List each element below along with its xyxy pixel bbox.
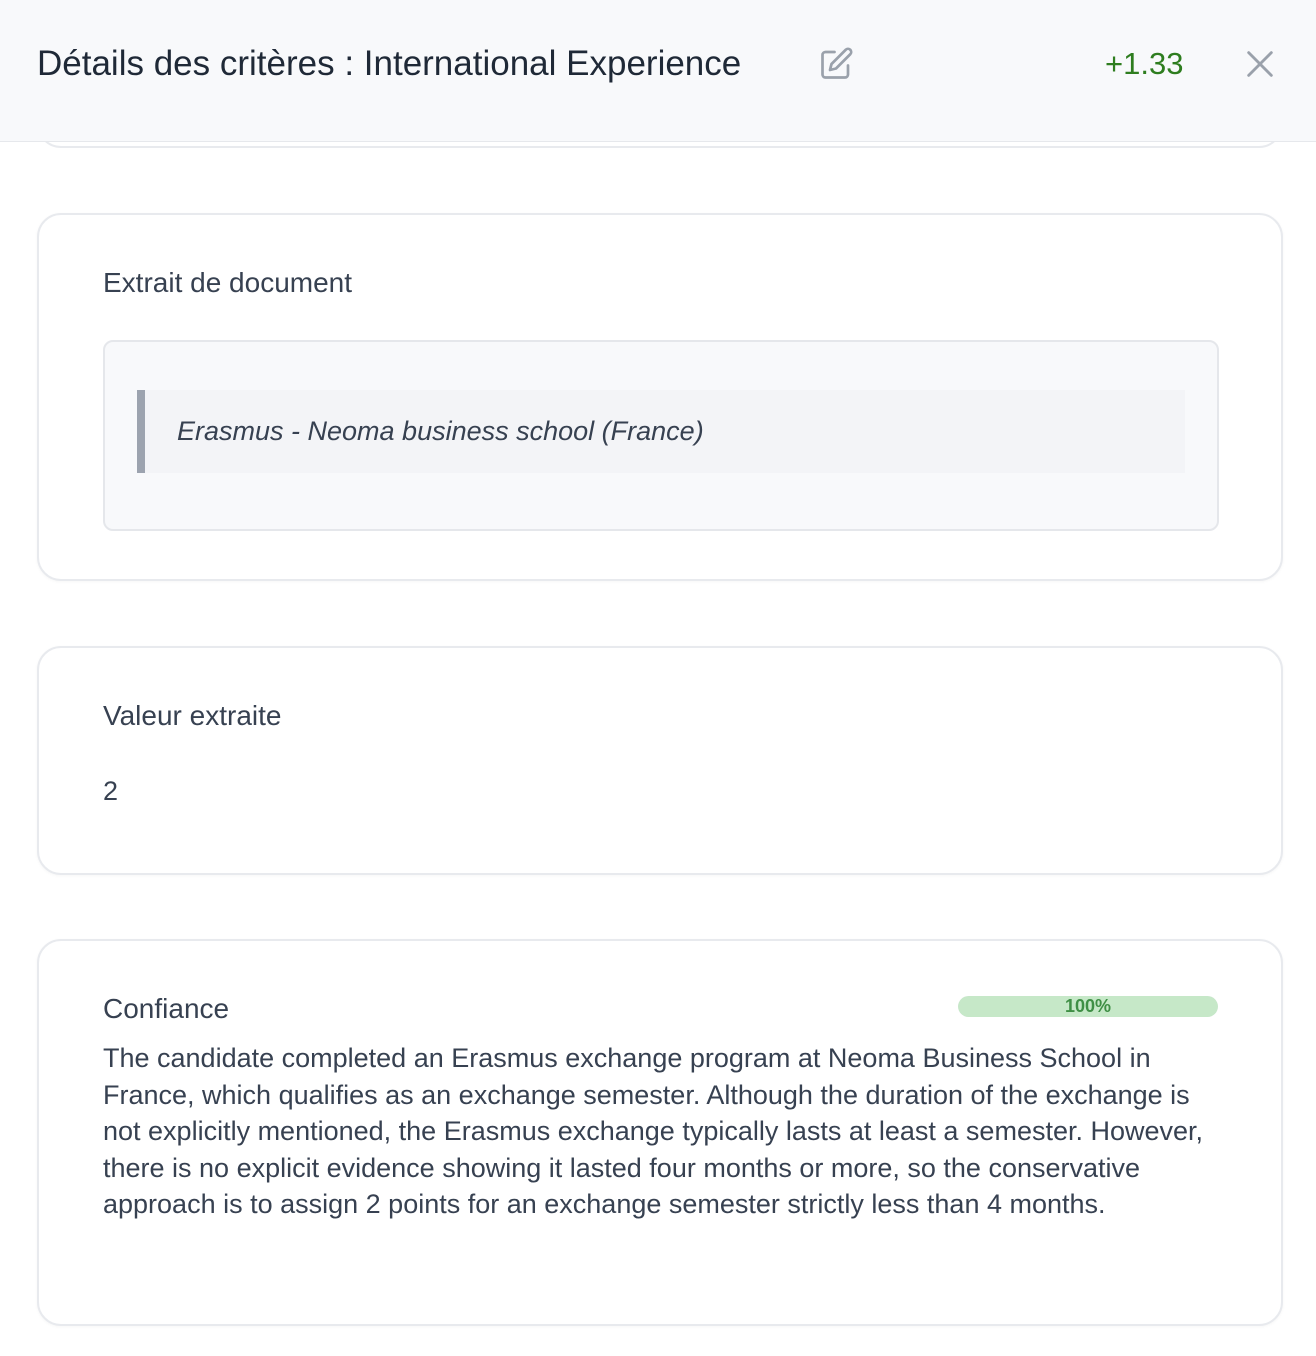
page-title: Détails des critères : International Exp… [37,44,742,83]
extracted-value-title: Valeur extraite [103,700,282,731]
extracted-value: 2 [103,776,119,806]
extracted-value-card: Valeur extraite 2 [37,646,1283,875]
excerpt-card-title: Extrait de document [103,267,353,298]
close-button[interactable] [1240,44,1280,84]
confidence-card: Confiance 100% The candidate completed a… [37,939,1283,1326]
confidence-explanation: The candidate completed an Erasmus excha… [103,1043,1204,1219]
confidence-progress-bar: 100% [958,996,1218,1017]
excerpt-card: Extrait de document Erasmus - Neoma busi… [37,213,1283,581]
confidence-percent-label: 100% [1064,996,1112,1016]
confidence-title: Confiance [103,993,230,1024]
excerpt-quote-text: Erasmus - Neoma business school (France) [177,416,704,446]
close-icon [1247,51,1273,77]
edit-icon [821,47,853,79]
excerpt-quote: Erasmus - Neoma business school (France) [137,390,1185,473]
modal-header: Détails des critères : International Exp… [0,0,1316,142]
score-value: +1.33 [1105,46,1184,81]
excerpt-box: Erasmus - Neoma business school (France) [103,340,1219,531]
edit-button[interactable] [816,44,856,84]
